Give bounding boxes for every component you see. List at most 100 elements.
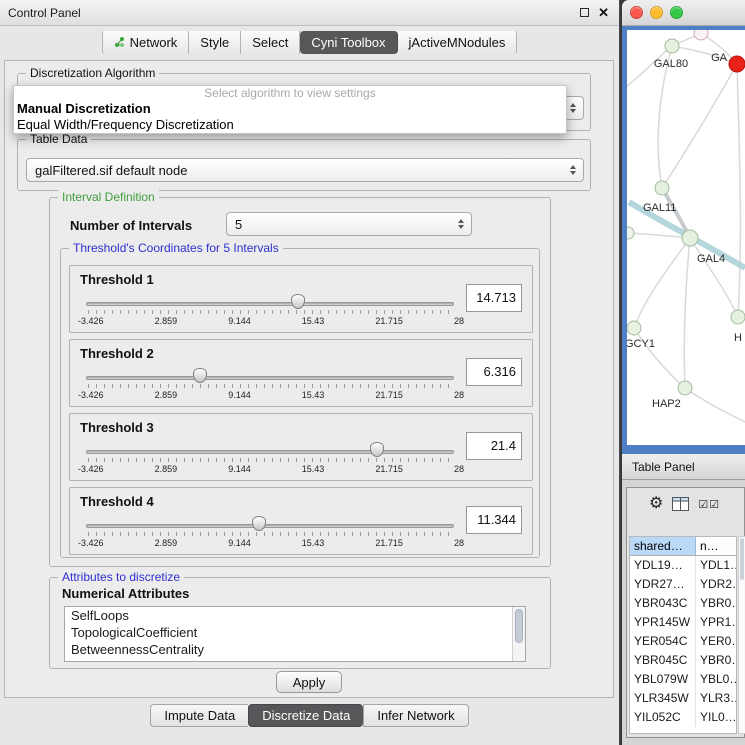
threshold-4-slider-thumb[interactable] bbox=[252, 516, 266, 531]
network-node-selected[interactable] bbox=[729, 56, 745, 72]
tab-jactivemnodules[interactable]: jActiveMNodules bbox=[398, 31, 518, 54]
list-item[interactable]: SelfLoops bbox=[65, 607, 525, 624]
tab-label: Cyni Toolbox bbox=[311, 35, 385, 50]
tab-impute-data[interactable]: Impute Data bbox=[150, 704, 248, 727]
column-header-name[interactable]: n… bbox=[696, 537, 736, 555]
dropdown-option-equal-width-frequency[interactable]: Equal Width/Frequency Discretization bbox=[14, 117, 566, 133]
control-panel: Control Panel ✕ Network Styl bbox=[0, 0, 620, 745]
cell: YER0… bbox=[696, 632, 736, 651]
threshold-3-slider[interactable]: -3.426 2.859 9.144 15.43 21.715 28 bbox=[86, 440, 454, 478]
tab-label: Style bbox=[200, 35, 229, 50]
table-data-select[interactable]: galFiltered.sif default node bbox=[26, 158, 584, 182]
threshold-2-slider-thumb[interactable] bbox=[193, 368, 207, 383]
network-node[interactable] bbox=[731, 310, 745, 324]
chevron-updown-icon bbox=[566, 97, 580, 119]
table-row[interactable]: YDR27…YDR2… bbox=[630, 575, 736, 594]
list-scrollbar[interactable] bbox=[512, 607, 525, 661]
screen: Control Panel ✕ Network Styl bbox=[0, 0, 745, 745]
scrollbar-thumb[interactable] bbox=[515, 609, 523, 643]
scale-label: 21.715 bbox=[375, 316, 403, 326]
dropdown-option-manual-discretization[interactable]: Manual Discretization bbox=[14, 101, 566, 117]
scale-label: 28 bbox=[454, 464, 464, 474]
slider-track[interactable] bbox=[86, 376, 454, 380]
table-scrollbar[interactable] bbox=[738, 536, 745, 734]
network-node[interactable] bbox=[694, 30, 708, 40]
table-row[interactable]: YBR043CYBR0… bbox=[630, 594, 736, 613]
number-of-intervals-select[interactable]: 5 bbox=[226, 212, 472, 236]
table-data-selected-value: galFiltered.sif default node bbox=[35, 163, 187, 178]
scale-label: 21.715 bbox=[375, 464, 403, 474]
network-node-hap2[interactable] bbox=[678, 381, 692, 395]
threshold-2-value-field[interactable]: 6.316 bbox=[466, 358, 522, 386]
slider-track[interactable] bbox=[86, 302, 454, 306]
tab-discretize-data[interactable]: Discretize Data bbox=[248, 704, 363, 727]
control-panel-content: Discretization Algorithm Select algorith… bbox=[4, 60, 614, 698]
tab-network[interactable]: Network bbox=[102, 31, 190, 54]
select-checkboxes-icon[interactable]: ☑☑ bbox=[698, 498, 720, 511]
network-node[interactable] bbox=[627, 227, 634, 239]
threshold-1-slider[interactable]: -3.426 2.859 9.144 15.43 21.715 28 bbox=[86, 292, 454, 330]
cell: YLR345W bbox=[630, 689, 696, 708]
table-row[interactable]: YDL19…YDL1… bbox=[630, 556, 736, 575]
scale-label: 21.715 bbox=[375, 390, 403, 400]
tab-select[interactable]: Select bbox=[241, 31, 300, 54]
threshold-3-value-field[interactable]: 21.4 bbox=[466, 432, 522, 460]
list-item[interactable]: TopologicalCoefficient bbox=[65, 624, 525, 641]
top-tab-group: Network Style Select Cyni Toolbox jActiv… bbox=[102, 31, 518, 54]
slider-track[interactable] bbox=[86, 450, 454, 454]
scale-label: 2.859 bbox=[155, 538, 178, 548]
cell: YIL0… bbox=[696, 708, 736, 727]
network-node-gal80[interactable] bbox=[665, 39, 679, 53]
node-label: GCY1 bbox=[627, 338, 655, 350]
float-window-icon[interactable] bbox=[580, 8, 589, 17]
column-header-shared-name[interactable]: shared… bbox=[630, 537, 696, 555]
scale-label: 28 bbox=[454, 390, 464, 400]
table-data-group: Table Data galFiltered.sif default node bbox=[17, 139, 591, 191]
table-row[interactable]: YER054CYER0… bbox=[630, 632, 736, 651]
threshold-1-value-field[interactable]: 14.713 bbox=[466, 284, 522, 312]
network-window-titlebar bbox=[622, 0, 745, 26]
tab-cyni-toolbox[interactable]: Cyni Toolbox bbox=[300, 31, 397, 54]
cell: YDR27… bbox=[630, 575, 696, 594]
bottom-tabbar: Impute Data Discretize Data Infer Networ… bbox=[0, 702, 619, 728]
network-canvas[interactable]: GAL80 GA GAL11 GAL4 GCY1 H HAP2 bbox=[627, 30, 745, 445]
slider-track[interactable] bbox=[86, 524, 454, 528]
close-traffic-light-icon[interactable] bbox=[630, 6, 643, 19]
gear-icon[interactable]: ⚙ bbox=[649, 496, 663, 512]
threshold-4-value-field[interactable]: 11.344 bbox=[466, 506, 522, 534]
threshold-4-slider[interactable]: -3.426 2.859 9.144 15.43 21.715 28 bbox=[86, 514, 454, 552]
scale-label: 2.859 bbox=[155, 464, 178, 474]
scale-label: -3.426 bbox=[78, 464, 104, 474]
table-row[interactable]: YPR145WYPR1… bbox=[630, 613, 736, 632]
cell: YDL19… bbox=[630, 556, 696, 575]
control-panel-tabbar: Network Style Select Cyni Toolbox jActiv… bbox=[0, 26, 619, 58]
cell: YBR043C bbox=[630, 594, 696, 613]
node-label: GA bbox=[711, 52, 728, 64]
list-item[interactable]: BetweennessCentrality bbox=[65, 641, 525, 658]
threshold-4-box: Threshold 4 -3.426 2.859 9.144 15.43 21.… bbox=[69, 487, 533, 555]
numerical-attributes-list[interactable]: SelfLoops TopologicalCoefficient Between… bbox=[64, 606, 526, 662]
zoom-traffic-light-icon[interactable] bbox=[670, 6, 683, 19]
threshold-1-slider-thumb[interactable] bbox=[291, 294, 305, 309]
network-node-gal4[interactable] bbox=[682, 230, 698, 246]
network-node-gcy1[interactable] bbox=[627, 321, 641, 335]
network-node-gal11[interactable] bbox=[655, 181, 669, 195]
scrollbar-thumb[interactable] bbox=[740, 538, 744, 580]
table-row[interactable]: YBL079WYBL0… bbox=[630, 670, 736, 689]
node-label: GAL11 bbox=[643, 202, 676, 214]
tab-infer-network[interactable]: Infer Network bbox=[363, 704, 468, 727]
table-row[interactable]: YIL052CYIL0… bbox=[630, 708, 736, 727]
table-row[interactable]: YBR045CYBR0… bbox=[630, 651, 736, 670]
columns-icon[interactable] bbox=[672, 497, 689, 511]
close-window-icon[interactable]: ✕ bbox=[598, 6, 609, 19]
group-title: Attributes to discretize bbox=[58, 570, 184, 584]
cell: YER054C bbox=[630, 632, 696, 651]
minimize-traffic-light-icon[interactable] bbox=[650, 6, 663, 19]
apply-button[interactable]: Apply bbox=[276, 671, 342, 693]
group-title: Threshold's Coordinates for 5 Intervals bbox=[69, 241, 283, 255]
tab-style[interactable]: Style bbox=[189, 31, 241, 54]
threshold-2-slider[interactable]: -3.426 2.859 9.144 15.43 21.715 28 bbox=[86, 366, 454, 404]
slider-ticks bbox=[88, 384, 452, 388]
threshold-3-slider-thumb[interactable] bbox=[370, 442, 384, 457]
table-row[interactable]: YLR345WYLR3… bbox=[630, 689, 736, 708]
